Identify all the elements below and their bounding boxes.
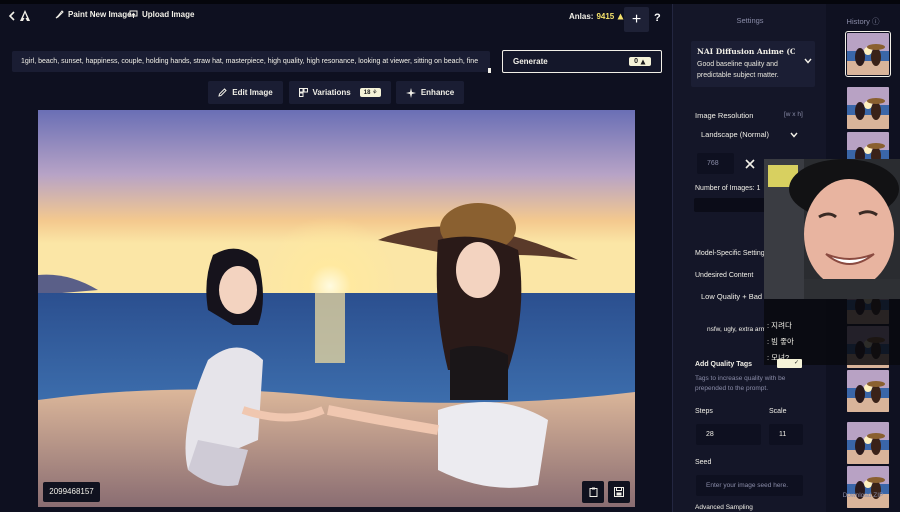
chevron-down-icon <box>790 132 798 138</box>
num-images-text: Number of Images: <box>695 185 755 192</box>
generate-button[interactable]: Generate 0 <box>502 50 662 73</box>
resolution-value: Landscape (Normal) <box>701 130 769 139</box>
enhance-label: Enhance <box>420 88 455 97</box>
chat-overlay: : 지려다 : 빔 좋아 : 모녀? <box>764 299 900 365</box>
new-tab-button[interactable]: + <box>624 7 649 32</box>
history-thumbnail[interactable] <box>847 87 889 129</box>
variations-icon <box>298 88 308 97</box>
back-chevron-icon[interactable] <box>8 11 16 21</box>
num-images-value: 1 <box>756 185 761 192</box>
download-zip-button[interactable]: Download ZIP <box>826 492 900 499</box>
model-description: Good baseline quality and predictable su… <box>697 61 779 79</box>
nai-logo-icon <box>20 10 30 21</box>
model-select[interactable]: NAI Diffusion Anime (Curated) Good basel… <box>691 41 815 87</box>
seed-label: Seed <box>695 459 712 466</box>
plus-icon: + <box>631 10 642 28</box>
brand[interactable] <box>8 9 32 23</box>
upload-image-label: Upload Image <box>142 10 195 19</box>
quality-tags-label: Add Quality Tags <box>695 361 753 368</box>
close-icon[interactable] <box>745 159 755 169</box>
upload-icon <box>129 10 138 18</box>
generate-cost-badge: 0 <box>629 57 651 66</box>
scale-input[interactable]: 11 <box>769 424 803 445</box>
advanced-sampling-label[interactable]: Advanced Sampling <box>695 504 753 511</box>
brush-icon <box>55 10 64 19</box>
save-icon <box>614 487 624 497</box>
quality-tags-checkbox[interactable]: ✓ <box>777 359 802 368</box>
chevron-down-icon <box>804 58 812 64</box>
generate-label: Generate <box>513 57 548 66</box>
anlas-label: Anlas: <box>569 12 594 21</box>
undesired-content-input[interactable]: nsfw, ugly, extra arms <box>695 313 765 351</box>
history-thumbnail[interactable] <box>847 466 889 508</box>
save-image-button[interactable] <box>608 481 630 503</box>
resolution-unit: [w x h] <box>784 111 803 118</box>
history-thumbnail[interactable] <box>847 422 889 464</box>
undesired-content-label: Undesired Content <box>695 272 754 279</box>
anlas-icon <box>640 59 646 64</box>
chat-line: : 빔 좋아 <box>767 337 794 346</box>
steps-input[interactable]: 28 <box>696 424 761 445</box>
info-icon: ⓘ <box>871 17 880 26</box>
variations-cost: 18 <box>363 90 371 96</box>
anlas-value: 9415 <box>596 12 615 21</box>
chat-line: : 지려다 <box>767 321 792 330</box>
history-title: History ⓘ <box>826 16 900 27</box>
sparkle-icon <box>405 87 416 98</box>
steps-label: Steps <box>695 408 713 415</box>
prompt-caret <box>488 68 491 73</box>
edit-image-label: Edit Image <box>232 88 273 97</box>
model-specific-label: Model-Specific Settings <box>695 250 769 257</box>
variations-cost-badge: 18 ⚘ <box>359 88 382 97</box>
resolution-select[interactable]: Landscape (Normal) <box>695 125 803 145</box>
prompt-input[interactable]: 1girl, beach, sunset, happiness, couple,… <box>12 51 490 72</box>
upload-image-button[interactable]: Upload Image <box>129 10 194 19</box>
generate-cost: 0 <box>634 58 638 65</box>
quality-tags-description: Tags to increase quality with be prepend… <box>695 375 786 392</box>
width-input[interactable]: 768 <box>697 153 734 174</box>
generated-image[interactable] <box>38 110 635 507</box>
enhance-button[interactable]: Enhance <box>396 81 464 104</box>
anlas-balance: Anlas: 9415 <box>569 12 624 21</box>
seed-input[interactable]: Enter your image seed here. <box>696 475 803 496</box>
variations-button[interactable]: Variations 18 ⚘ <box>289 81 391 104</box>
settings-title: Settings <box>736 16 764 25</box>
model-name: NAI Diffusion Anime (Curated) <box>697 47 795 56</box>
num-images-slider[interactable] <box>694 198 773 212</box>
paint-new-image-button[interactable]: Paint New Image <box>55 10 132 19</box>
webcam-overlay <box>764 159 900 299</box>
resolution-label: Image Resolution <box>695 111 754 120</box>
pencil-icon <box>218 88 227 97</box>
num-images-label: Number of Images: 1 <box>695 185 760 192</box>
paint-new-image-label: Paint New Image <box>68 10 132 19</box>
clipboard-icon <box>589 487 597 497</box>
edit-image-button[interactable]: Edit Image <box>208 81 283 104</box>
scale-label: Scale <box>769 408 787 415</box>
copy-image-button[interactable] <box>582 481 604 503</box>
undesired-preset-select[interactable]: Low Quality + Bad <box>695 287 765 307</box>
history-thumbnail[interactable] <box>845 31 891 77</box>
variations-label: Variations <box>312 88 351 97</box>
help-button[interactable]: ? <box>654 12 661 24</box>
history-thumbnail[interactable] <box>847 370 889 412</box>
image-seed[interactable]: 2099468157 <box>43 482 100 502</box>
history-title-text: History <box>846 17 870 26</box>
